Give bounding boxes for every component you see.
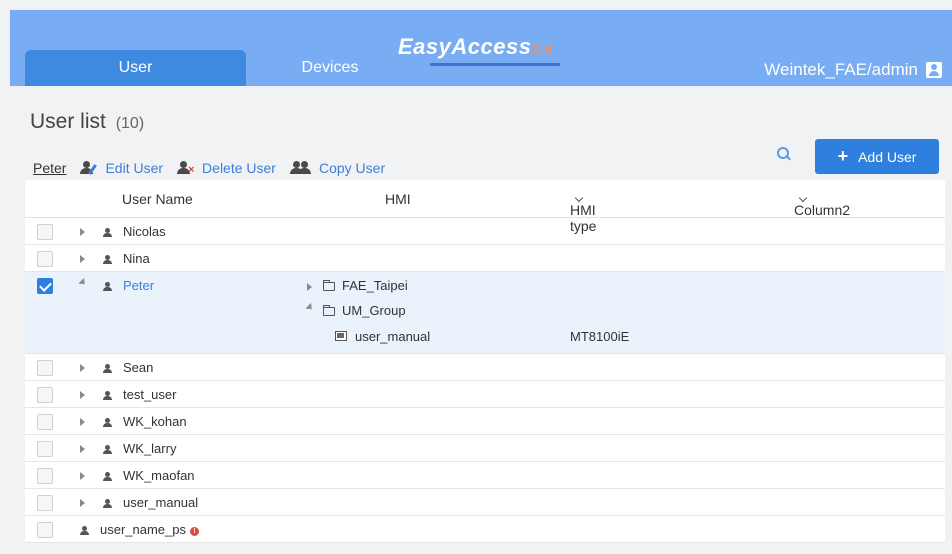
user-icon (103, 228, 112, 237)
user-icon (103, 364, 112, 373)
delete-user-icon: × (177, 161, 195, 176)
device-name[interactable]: user_manual (355, 329, 430, 344)
user-name: Sean (123, 360, 154, 375)
user-count: (10) (115, 115, 145, 132)
user-name: test_user (123, 387, 177, 402)
tab-user[interactable]: User (25, 50, 246, 86)
table-row[interactable]: WK_larry (25, 435, 945, 462)
table-row[interactable]: test_user (25, 381, 945, 408)
table-row[interactable]: WK_maofan (25, 462, 945, 489)
col-column2[interactable]: Column2 (794, 191, 850, 218)
user-name: WK_larry (123, 441, 177, 456)
expand-arrow-icon[interactable] (80, 228, 85, 236)
user-name: WK_maofan (123, 468, 195, 483)
user-icon (103, 282, 112, 291)
table-row[interactable]: user_manual (25, 489, 945, 516)
folder-icon (323, 280, 335, 291)
account-name: Weintek_FAE/admin (764, 60, 918, 79)
edit-user-button[interactable]: Edit User (80, 160, 163, 176)
user-toolbar: Peter Edit User × Delete User Copy User (33, 160, 399, 176)
expand-arrow-icon[interactable] (80, 391, 85, 399)
expand-arrow-icon[interactable] (80, 472, 85, 480)
group-name[interactable]: UM_Group (342, 303, 406, 318)
app-header: EasyAccess2.0 User Devices Weintek_FAE/a… (10, 10, 952, 86)
row-checkbox[interactable] (37, 522, 53, 538)
user-icon (103, 391, 112, 400)
row-checkbox[interactable] (37, 414, 53, 430)
delete-user-button[interactable]: × Delete User (177, 160, 276, 176)
row-checkbox[interactable] (37, 495, 53, 511)
user-icon (103, 445, 112, 454)
user-name: WK_kohan (123, 414, 187, 429)
col-hmi-type[interactable]: HMI type (570, 191, 596, 234)
expand-arrow-icon[interactable] (307, 283, 312, 291)
user-icon (103, 472, 112, 481)
user-name: Nina (123, 251, 150, 266)
page-title: User list (10) (30, 110, 145, 133)
search-icon[interactable] (777, 147, 791, 161)
app-logo: EasyAccess2.0 (398, 34, 553, 59)
add-user-button[interactable]: + Add User (815, 139, 939, 174)
row-checkbox[interactable] (37, 224, 53, 240)
selected-user-link[interactable]: Peter (33, 160, 66, 176)
table-header: User Name HMI HMI type Column2 (25, 180, 945, 234)
user-name: user_name_ps! (100, 522, 199, 537)
user-name: user_manual (123, 495, 199, 510)
user-icon (80, 526, 89, 535)
collapse-arrow-icon[interactable] (78, 277, 88, 288)
hmi-device-icon (335, 331, 347, 341)
table-row[interactable]: user_name_ps! (25, 516, 945, 543)
row-checkbox-checked[interactable] (37, 278, 53, 294)
collapse-arrow-icon[interactable] (305, 302, 315, 313)
copy-user-icon (289, 161, 312, 175)
table-row[interactable]: Sean (25, 354, 945, 381)
col-user-name[interactable]: User Name (122, 191, 193, 207)
user-icon (103, 255, 112, 264)
col-hmi[interactable]: HMI (385, 191, 411, 207)
plus-icon: + (837, 146, 849, 166)
expand-arrow-icon[interactable] (80, 499, 85, 507)
user-name: Peter (123, 278, 155, 293)
chevron-down-icon (574, 193, 584, 203)
table-row-expanded[interactable]: Peter FAE_Taipei UM_Group user_manual MT… (25, 272, 945, 354)
row-checkbox[interactable] (37, 360, 53, 376)
folder-icon (323, 305, 335, 316)
edit-user-icon (80, 161, 98, 175)
copy-user-button[interactable]: Copy User (289, 160, 385, 176)
table-row[interactable]: WK_kohan (25, 408, 945, 435)
user-icon (103, 499, 112, 508)
user-table: User Name HMI HMI type Column2 Nicolas N… (25, 180, 945, 543)
device-type: MT8100iE (570, 329, 630, 344)
user-name: Nicolas (123, 224, 166, 239)
row-checkbox[interactable] (37, 468, 53, 484)
account-menu[interactable]: Weintek_FAE/admin (764, 60, 942, 80)
chevron-down-icon (798, 193, 808, 203)
expand-arrow-icon[interactable] (80, 418, 85, 426)
row-checkbox[interactable] (37, 441, 53, 457)
user-icon (103, 418, 112, 427)
expand-arrow-icon[interactable] (80, 364, 85, 372)
expand-arrow-icon[interactable] (80, 255, 85, 263)
logo-swoosh (430, 63, 560, 66)
expand-arrow-icon[interactable] (80, 445, 85, 453)
group-name[interactable]: FAE_Taipei (342, 278, 408, 293)
tab-devices[interactable]: Devices (260, 50, 400, 86)
warning-icon: ! (190, 527, 199, 536)
table-row[interactable]: Nina (25, 245, 945, 272)
row-checkbox[interactable] (37, 251, 53, 267)
user-avatar-icon (926, 62, 942, 78)
row-checkbox[interactable] (37, 387, 53, 403)
table-row[interactable]: Nicolas (25, 218, 945, 245)
